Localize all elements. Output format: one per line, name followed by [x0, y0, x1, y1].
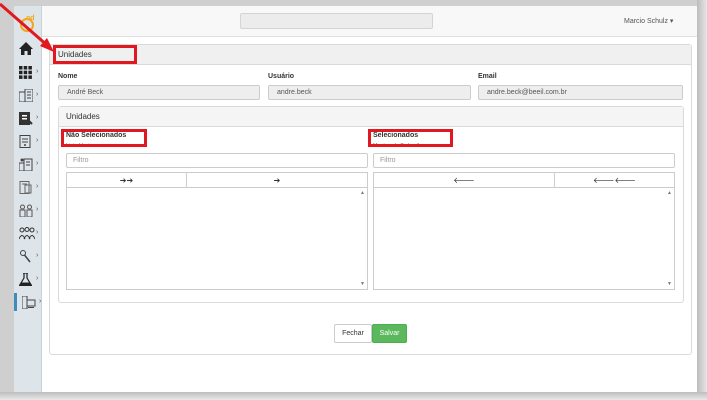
scroll-up-icon[interactable]: ▲ [360, 190, 365, 196]
chevron-right-icon: › [36, 91, 39, 98]
listbox-scrollbar[interactable]: ▲ ▼ [667, 189, 673, 288]
chevron-right-icon: › [36, 206, 39, 213]
remove-all-button[interactable]: 🡐🡐 [554, 172, 675, 188]
chevron-right-icon: › [36, 183, 39, 190]
chevron-right-icon: › [36, 275, 39, 282]
sidebar-item-buildings[interactable]: › [14, 86, 41, 104]
people-icon [19, 204, 33, 217]
name-label: Nome [58, 73, 78, 80]
selected-listbox[interactable]: ▲ ▼ [373, 187, 675, 290]
highlight-box-selected [368, 129, 453, 147]
sidebar-item-lab[interactable]: › [14, 270, 41, 288]
group-icon [19, 226, 35, 239]
save-button[interactable]: Salvar [372, 324, 407, 343]
listbox-scrollbar[interactable]: ▲ ▼ [360, 189, 366, 288]
scroll-down-icon[interactable]: ▼ [667, 281, 672, 287]
username-field: andre.beck [268, 85, 471, 100]
search-input[interactable] [240, 13, 433, 29]
user-panel: Unidades Nome André Beck Usuário andre.b… [49, 44, 692, 355]
chevron-right-icon: › [39, 298, 42, 305]
highlight-box-not-selected [61, 129, 147, 147]
sidebar-item-dashboard[interactable]: › [14, 63, 41, 81]
caret-down-icon: ▾ [669, 18, 674, 25]
username-label: Usuário [268, 73, 295, 80]
organization-icon [19, 158, 33, 171]
scroll-up-icon[interactable]: ▲ [667, 190, 672, 196]
units-title: Unidades [66, 112, 100, 121]
not-selected-filter-input[interactable]: Filtro [66, 153, 368, 168]
user-name: Marcio Schulz [624, 18, 668, 25]
chevron-right-icon: › [36, 68, 39, 75]
sidebar-item-people[interactable]: › [14, 201, 41, 219]
chevron-right-icon: › [36, 229, 39, 236]
email-label: Email [478, 73, 497, 80]
close-button[interactable]: Fechar [334, 324, 372, 343]
report-icon [19, 134, 31, 148]
sidebar-item-units[interactable]: › [14, 293, 44, 311]
flask-icon [19, 272, 32, 286]
sidebar-item-reports[interactable]: › [14, 132, 41, 150]
grid-icon [19, 65, 32, 79]
selected-filter-input[interactable]: Filtro [373, 153, 675, 168]
email-field: andre.beck@beeil.com.br [478, 85, 683, 100]
chevron-right-icon: › [36, 252, 39, 259]
form-icon [19, 180, 32, 194]
not-selected-listbox[interactable]: ▲ ▼ [66, 187, 368, 290]
units-icon [22, 295, 36, 309]
sidebar-item-documents[interactable]: › [14, 109, 41, 127]
chevron-right-icon: › [36, 160, 39, 167]
sidebar: od › › › › › › › › › › › [14, 6, 42, 392]
user-menu[interactable]: Marcio Schulz ▾ [624, 17, 673, 25]
window-shadow-bottom [0, 392, 707, 400]
topbar: Marcio Schulz ▾ [42, 6, 697, 37]
buildings-icon [19, 88, 33, 102]
sidebar-item-organization[interactable]: › [14, 155, 41, 173]
highlight-box-title [53, 45, 137, 64]
move-selected-button[interactable]: ➔ [186, 172, 368, 188]
sidebar-item-tools[interactable]: › [14, 247, 41, 265]
sidebar-item-forms[interactable]: › [14, 178, 41, 196]
tools-icon [20, 249, 31, 262]
annotation-arrow-icon [0, 2, 54, 52]
chevron-right-icon: › [36, 114, 39, 121]
units-header: Unidades [59, 107, 683, 127]
move-all-button[interactable]: ➔➔ [66, 172, 187, 188]
document-icon [19, 111, 33, 125]
remove-selected-button[interactable]: 🡐 [373, 172, 555, 188]
window-shadow-right [697, 0, 707, 400]
panel-header: Unidades [50, 45, 691, 65]
sidebar-item-groups[interactable]: › [14, 224, 41, 242]
name-field: André Beck [58, 85, 260, 100]
chevron-right-icon: › [36, 137, 39, 144]
scroll-down-icon[interactable]: ▼ [360, 281, 365, 287]
